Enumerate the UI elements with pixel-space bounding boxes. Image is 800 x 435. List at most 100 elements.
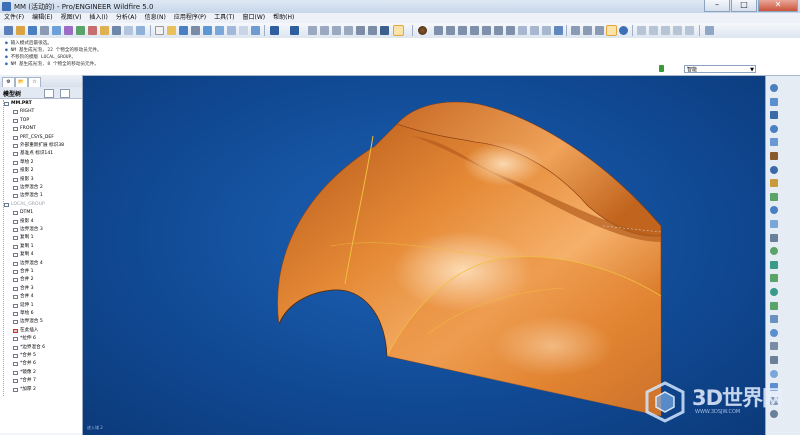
plane-display-icon[interactable]	[571, 26, 580, 35]
find-icon[interactable]	[380, 26, 389, 35]
undo-icon[interactable]	[270, 26, 279, 35]
hole-icon[interactable]	[770, 301, 778, 310]
tree-item[interactable]: *拉伸 6	[0, 336, 82, 342]
menu-view[interactable]: 视图(V)	[57, 13, 86, 23]
hidden-line-icon[interactable]	[530, 26, 539, 35]
analysis-tool-icon[interactable]	[685, 26, 694, 35]
tree-item[interactable]: 合并 1	[0, 269, 82, 275]
tree-item[interactable]: TOP	[0, 118, 82, 124]
datum-axis-tool-icon[interactable]	[649, 26, 658, 35]
point-icon[interactable]	[770, 165, 778, 174]
tree-item[interactable]: *边界混合 6	[0, 345, 82, 351]
paste-icon[interactable]	[239, 26, 248, 35]
menu-window[interactable]: 窗口(W)	[239, 13, 270, 23]
axis-display-icon[interactable]	[583, 26, 592, 35]
mirror-icon[interactable]	[770, 328, 778, 337]
merge-icon[interactable]	[770, 342, 778, 351]
tree-item[interactable]: 投影 2	[0, 168, 82, 174]
mirror-icon[interactable]	[356, 26, 365, 35]
datum-axis-icon[interactable]	[88, 26, 97, 35]
help-context-icon[interactable]	[619, 26, 628, 35]
menu-edit[interactable]: 编辑(E)	[28, 13, 56, 23]
rib-icon[interactable]	[770, 288, 778, 296]
tree-item[interactable]: 边界混合 5	[0, 319, 82, 325]
annotation-icon[interactable]	[124, 26, 133, 35]
print-icon[interactable]	[40, 26, 49, 35]
copy-icon[interactable]	[215, 26, 224, 35]
tree-settings-icon[interactable]	[44, 89, 54, 98]
minimize-button[interactable]: –	[704, 0, 730, 12]
arc-icon[interactable]	[770, 138, 778, 147]
tree-item[interactable]: FRONT	[0, 126, 82, 132]
tree-item[interactable]: 合并 3	[0, 286, 82, 292]
tree-item[interactable]: 边界混合 3	[0, 227, 82, 233]
csys-icon[interactable]	[112, 26, 121, 35]
email-icon[interactable]	[52, 26, 61, 35]
csys-icon[interactable]	[770, 152, 778, 160]
shell-icon[interactable]	[770, 274, 778, 283]
regenerate-icon[interactable]	[64, 26, 73, 35]
tree-show-icon[interactable]	[60, 89, 70, 98]
menu-applications[interactable]: 应用程序(P)	[170, 13, 210, 23]
tree-item[interactable]: 延伸 1	[0, 303, 82, 309]
round-icon[interactable]	[770, 260, 778, 269]
datum-point-icon[interactable]	[100, 26, 109, 35]
tree-item[interactable]: 边界混合 2	[0, 185, 82, 191]
copy-2-icon[interactable]	[320, 26, 329, 35]
new-file-icon[interactable]	[155, 26, 164, 35]
tree-item[interactable]: *加厚 2	[0, 387, 82, 393]
maximize-button[interactable]: □	[731, 0, 757, 12]
line-icon[interactable]	[770, 111, 778, 120]
selection-filter[interactable]: 智能 ▼	[684, 65, 756, 73]
tree-item[interactable]: 外部重新扩展 标识38	[0, 143, 82, 149]
undo-redo-group-icon[interactable]	[251, 26, 260, 35]
tree-item[interactable]: 复制 1	[0, 235, 82, 241]
no-hidden-icon[interactable]	[542, 26, 551, 35]
tree-item[interactable]: *合并 7	[0, 378, 82, 384]
save-icon[interactable]	[28, 26, 37, 35]
open-icon[interactable]	[16, 26, 25, 35]
tree-item[interactable]: 草绘 2	[0, 160, 82, 166]
tree-item[interactable]: *合并 6	[0, 361, 82, 367]
menu-help[interactable]: 帮助(H)	[269, 13, 298, 23]
refit-icon[interactable]	[434, 26, 443, 35]
datum-plane-tool-icon[interactable]	[637, 26, 646, 35]
paste-2-icon[interactable]	[332, 26, 341, 35]
tree-item[interactable]: 复制 1	[0, 244, 82, 250]
tree-item[interactable]: 边界混合 1	[0, 193, 82, 199]
blend-icon[interactable]	[770, 233, 778, 242]
mail-icon[interactable]	[203, 26, 212, 35]
tree-item[interactable]: RIGHT	[0, 109, 82, 115]
view-manager-icon[interactable]	[506, 26, 515, 35]
extend-icon[interactable]	[770, 369, 778, 378]
close-button[interactable]: ✕	[758, 0, 798, 12]
tree-item[interactable]: 合并 4	[0, 294, 82, 300]
point-display-icon[interactable]	[595, 26, 604, 35]
tree-item[interactable]: PRT_CSYS_DEF	[0, 135, 82, 141]
tree-item[interactable]: 复制 4	[0, 252, 82, 258]
open-folder-icon[interactable]	[167, 26, 176, 35]
menu-file[interactable]: 文件(F)	[0, 13, 28, 23]
mail-link-icon[interactable]	[227, 26, 236, 35]
pattern-icon[interactable]	[770, 315, 778, 324]
tree-item[interactable]: *合并 5	[0, 353, 82, 359]
tree-item[interactable]: 投影 4	[0, 219, 82, 225]
sketch-curve-icon[interactable]	[770, 84, 778, 92]
spin-center-icon[interactable]	[136, 26, 145, 35]
tree-item[interactable]: DTM1	[0, 210, 82, 216]
tree-item[interactable]: MM.PRT	[0, 101, 82, 107]
tree-item[interactable]: LOCAL_GROUP	[0, 202, 82, 208]
spline-icon[interactable]	[770, 124, 778, 133]
menu-analysis[interactable]: 分析(A)	[112, 13, 141, 23]
cut-icon[interactable]	[308, 26, 317, 35]
menu-info[interactable]: 信息(N)	[141, 13, 170, 23]
csys-display-icon[interactable]	[606, 25, 617, 36]
extrude-icon[interactable]	[770, 192, 778, 201]
tree-item[interactable]: 合并 2	[0, 277, 82, 283]
datum-plane-icon[interactable]	[770, 97, 778, 106]
sweep-icon[interactable]	[770, 220, 778, 228]
datum-plane-icon[interactable]	[76, 26, 85, 35]
draft-icon[interactable]	[770, 247, 778, 256]
tree-item[interactable]: 投影 3	[0, 177, 82, 183]
new-icon[interactable]	[4, 26, 13, 35]
